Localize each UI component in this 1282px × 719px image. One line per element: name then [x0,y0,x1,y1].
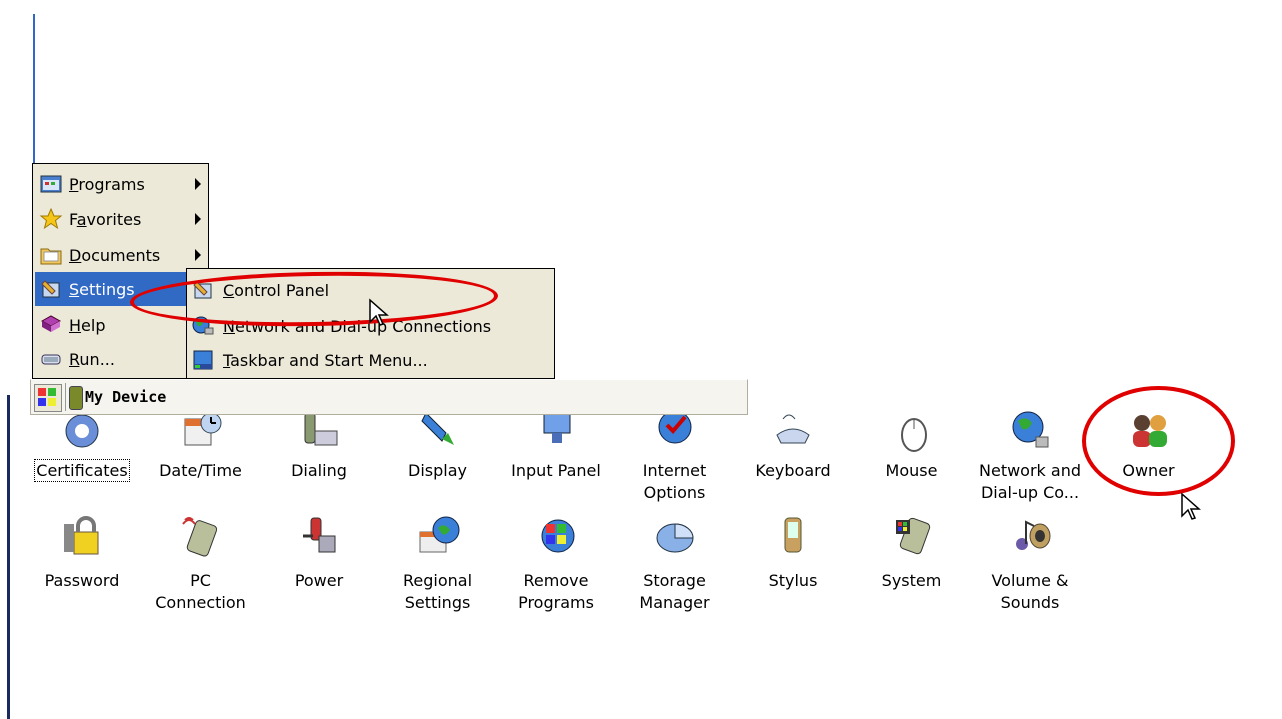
control-panel-item-internet-options[interactable]: Internet Options [615,409,735,519]
control-panel-label: Control Panel [223,280,330,300]
regional-settings-icon [419,516,459,553]
control-panel-item-label: Password [44,571,120,590]
control-panel-item-stylus[interactable]: Stylus [733,514,853,624]
control-panel-item-power[interactable]: Power [259,514,379,624]
settings-icon [41,280,60,298]
stylus-icon [784,517,802,553]
start-menu-item-help[interactable]: Help [35,308,207,342]
submenu-arrow-icon [195,249,201,261]
device-icon [69,386,83,410]
network-dialup-label: Network and Dial-up Connections [223,316,492,336]
dialing-icon [304,412,338,446]
control-panel-item-label: Dialing [291,461,347,480]
control-panel-item-input-panel[interactable]: Input Panel [496,409,616,519]
run-icon [41,354,61,365]
remove-programs-icon [541,519,575,553]
control-panel-item-mouse[interactable]: Mouse [852,409,972,519]
control-panel-icon [193,281,212,299]
control-panel-item-label: System [881,571,942,590]
control-panel-item-system[interactable]: System [852,514,972,624]
taskbar-separator [65,383,66,411]
taskbar-start-menu-label: Taskbar and Start Menu... [223,350,428,370]
programs-label: Programs [69,174,145,194]
help-label: Help [69,315,106,335]
windows-flag-icon [38,388,56,406]
control-panel-item-label: Volume & Sounds [991,571,1069,612]
control-panel-item-label: Input Panel [511,461,601,480]
mouse-icon [900,418,927,452]
control-panel-item-label: Owner [1122,461,1175,480]
control-panel-item-label: PC Connection [155,571,246,612]
control-panel-item-label: Power [294,571,344,590]
start-menu-item-favorites[interactable]: Favorites [35,202,207,236]
certificates-icon [65,414,99,448]
start-button[interactable] [34,384,62,412]
control-panel-item-dialing[interactable]: Dialing [259,409,379,519]
control-panel-item-regional-settings[interactable]: Regional Settings [378,514,498,624]
settings-label: Settings [69,279,135,299]
window-edge-line [33,14,35,164]
control-panel-item-label: Display [408,461,467,480]
mouse-pointer-icon [369,298,389,326]
control-panel-item-certificates[interactable]: Certificates [22,409,142,519]
input-panel-icon [543,412,571,443]
power-icon [303,517,336,553]
password-lock-icon [64,516,99,555]
control-panel-item-label: Date/Time [159,461,242,480]
start-menu-item-settings[interactable]: Settings [35,272,207,306]
control-panel-item-label: Storage Manager [639,571,710,612]
control-panel-item-label: Mouse [885,461,938,480]
network-icon [1012,411,1049,448]
owner-icon [1132,415,1167,447]
control-panel-item-display[interactable]: Display [378,409,498,519]
control-panel-item-pc-connection[interactable]: PC Connection [141,514,261,624]
control-panel-item-storage-manager[interactable]: Storage Manager [615,514,735,624]
control-panel-item-label: Stylus [768,571,818,590]
start-menu-item-run[interactable]: Run... [35,342,207,376]
date-time-icon [184,412,221,446]
control-panel-item-label: Keyboard [755,461,831,480]
internet-options-icon [658,410,691,444]
control-panel-item-date-time[interactable]: Date/Time [141,409,261,519]
favorites-star-icon [39,207,63,230]
submenu-arrow-icon [195,213,201,225]
submenu-arrow-icon [195,178,201,190]
documents-folder-icon [40,248,62,265]
start-menu-item-documents[interactable]: Documents [35,238,207,272]
favorites-label: Favorites [69,209,142,229]
programs-icon [40,175,62,193]
taskbar: My Device [30,379,748,415]
control-panel-item-keyboard[interactable]: Keyboard [733,409,853,519]
documents-label: Documents [69,245,161,265]
mouse-pointer-icon-owner [1181,492,1201,520]
storage-manager-icon [656,523,694,553]
control-panel-item-network[interactable]: Network and Dial-up Co... [970,409,1090,519]
start-menu: Programs Favorites Documents Settings He… [32,163,209,379]
taskbar-icon [193,350,213,370]
control-panel-item-password-lock[interactable]: Password [22,514,142,624]
pc-connection-icon [181,517,217,557]
network-globe-icon [192,316,214,335]
help-book-icon [40,315,62,332]
submenu-item-network-dialup[interactable]: Network and Dial-up Connections [191,309,491,343]
system-icon [895,517,930,555]
control-panel-item-label: Remove Programs [518,571,594,612]
control-panel-item-label: Certificates [34,459,130,482]
submenu-item-control-panel[interactable]: Control Panel [191,273,329,307]
control-panel-item-label: Network and Dial-up Co... [979,461,1081,502]
window-edge-line-lower [7,395,10,719]
control-panel-item-remove-programs[interactable]: Remove Programs [496,514,616,624]
start-menu-item-programs[interactable]: Programs [35,167,207,201]
display-icon [420,412,454,445]
volume-sounds-icon [1016,520,1051,550]
keyboard-icon [776,414,810,444]
control-panel-item-label: Regional Settings [402,571,473,612]
control-panel-item-label: Internet Options [642,461,707,502]
taskbar-my-device-button[interactable]: My Device [85,388,166,406]
control-panel-item-volume-sounds[interactable]: Volume & Sounds [970,514,1090,624]
run-label: Run... [69,349,115,369]
submenu-item-taskbar-start-menu[interactable]: Taskbar and Start Menu... [191,343,428,377]
